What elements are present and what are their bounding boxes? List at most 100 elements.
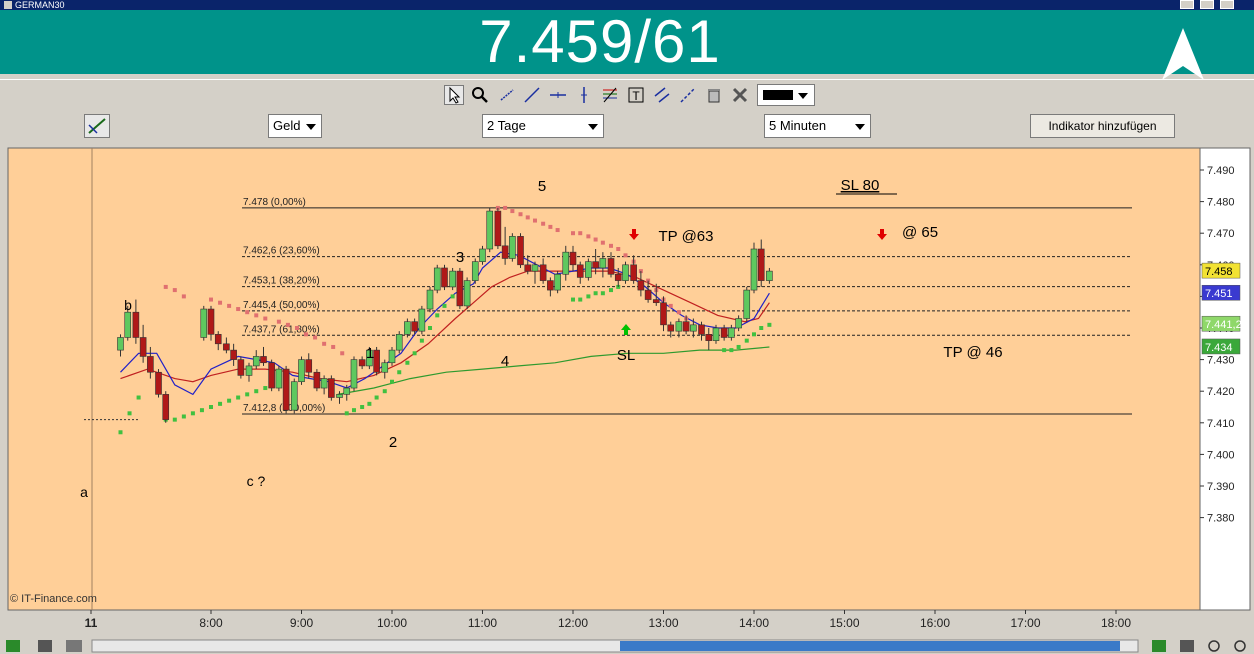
sar-dot-red (245, 310, 250, 315)
y-tick-label: 7.410 (1207, 418, 1235, 430)
price-tag-label: 7.451 (1205, 288, 1233, 300)
candle-body (282, 368, 290, 411)
trash-icon[interactable] (704, 85, 724, 105)
candle-body (433, 267, 441, 291)
trendline-icon[interactable] (522, 85, 542, 105)
sar-dot-green (752, 332, 756, 337)
x-tick-label: 8:00 (199, 616, 223, 630)
channel-icon[interactable] (652, 85, 672, 105)
candle-body (766, 270, 773, 281)
print-icon[interactable] (66, 640, 82, 652)
candle-body (667, 324, 675, 332)
zoom-in-icon[interactable] (1234, 640, 1246, 652)
scroll-thumb[interactable] (620, 641, 1120, 651)
sar-dot-green (218, 401, 223, 406)
price-chart[interactable]: 7.4907.4807.4707.4607.4507.4407.4307.420… (0, 144, 1254, 638)
color-swatch (763, 90, 793, 100)
cursor-icon[interactable] (444, 85, 464, 105)
sar-dot-green (744, 338, 749, 343)
svg-text:T: T (632, 89, 640, 103)
annotation-label: b (124, 297, 132, 313)
sar-dot-red (181, 294, 186, 299)
maximize-icon[interactable] (1200, 0, 1214, 9)
annotation-label: 5 (538, 178, 546, 195)
period-select[interactable]: 2 Tage (482, 114, 604, 138)
sar-dot-red (163, 284, 168, 289)
fib-label: 7.478 (0,00%) (243, 197, 306, 208)
interval-select[interactable]: 5 Minuten (764, 114, 871, 138)
settings-icon[interactable] (38, 640, 52, 652)
sar-dot-red (331, 344, 336, 349)
candle-body (735, 318, 742, 329)
sar-dot-red (236, 307, 241, 312)
text-icon[interactable]: T (626, 85, 646, 105)
vertical-line-icon[interactable] (574, 85, 594, 105)
candle-body (712, 327, 720, 341)
sar-dot-green (419, 338, 424, 343)
candle-body (463, 280, 471, 307)
tools-icon[interactable] (730, 85, 750, 105)
fib-label: 7.445,4 (50,00%) (243, 300, 320, 311)
quote-panel: 7.459/61 (0, 10, 1254, 80)
parallel-lines-icon[interactable] (678, 85, 698, 105)
y-tick-label: 7.390 (1207, 481, 1235, 493)
scroll-left-icon[interactable] (6, 640, 20, 652)
candle-body (517, 236, 524, 266)
line-color-select[interactable] (757, 84, 815, 106)
price-type-select[interactable]: Geld (268, 114, 322, 138)
candle-body (350, 359, 358, 389)
candle-body (268, 362, 275, 389)
y-tick-label: 7.430 (1207, 355, 1235, 367)
x-tick-label: 11:00 (468, 616, 497, 630)
minimize-icon[interactable] (1180, 0, 1194, 9)
sar-dot-green (428, 326, 433, 330)
sar-dot-green (397, 370, 402, 375)
candle-body (501, 245, 509, 259)
fibonacci-icon[interactable] (600, 85, 620, 105)
zoom-out-icon[interactable] (1208, 640, 1220, 652)
candle-body (675, 321, 683, 332)
y-axis-panel (1199, 147, 1251, 611)
candle-body (539, 264, 547, 281)
candle-body (622, 264, 629, 281)
sar-dot-green (351, 408, 356, 413)
sar-dot-green (767, 322, 772, 327)
line-icon[interactable] (497, 85, 517, 105)
sar-dot-red (548, 224, 553, 229)
sar-dot-red (586, 234, 591, 239)
sar-dot-red (340, 351, 345, 356)
fib-label: 7.453,1 (38,20%) (243, 276, 320, 287)
close-icon[interactable] (1220, 0, 1234, 9)
scroll-right-icon[interactable] (1152, 640, 1166, 652)
candle-body (554, 273, 561, 291)
candle-body (637, 280, 645, 291)
candle-body (479, 248, 486, 262)
zoom-icon[interactable] (470, 85, 490, 105)
sar-dot-green (593, 291, 598, 296)
sar-dot-green (236, 395, 241, 400)
candle-body (381, 362, 389, 373)
annotation-label: TP @63 (659, 228, 714, 245)
candle-body (509, 236, 516, 259)
sar-dot-green (209, 405, 213, 409)
candle-body (132, 311, 140, 338)
horizontal-line-icon[interactable] (548, 85, 568, 105)
candle-body (411, 321, 418, 332)
sar-dot-green (729, 348, 734, 353)
candle-body (682, 321, 690, 332)
annotation-label: SL (617, 347, 635, 364)
candle-body (252, 356, 260, 367)
candle-body (260, 356, 267, 364)
sar-dot-red (578, 231, 583, 236)
candle-body (147, 356, 154, 373)
y-tick-label: 7.380 (1207, 513, 1235, 525)
add-indicator-button[interactable]: Indikator hinzufügen (1030, 114, 1175, 138)
period-value: 2 Tage (487, 118, 526, 133)
candle-body (524, 264, 532, 272)
chevron-down-icon (798, 93, 808, 99)
indicator-icon[interactable] (84, 114, 110, 138)
candle-body (358, 359, 366, 367)
fit-icon[interactable] (1180, 640, 1194, 652)
candle-body (486, 210, 494, 250)
sar-dot-green (435, 313, 440, 318)
